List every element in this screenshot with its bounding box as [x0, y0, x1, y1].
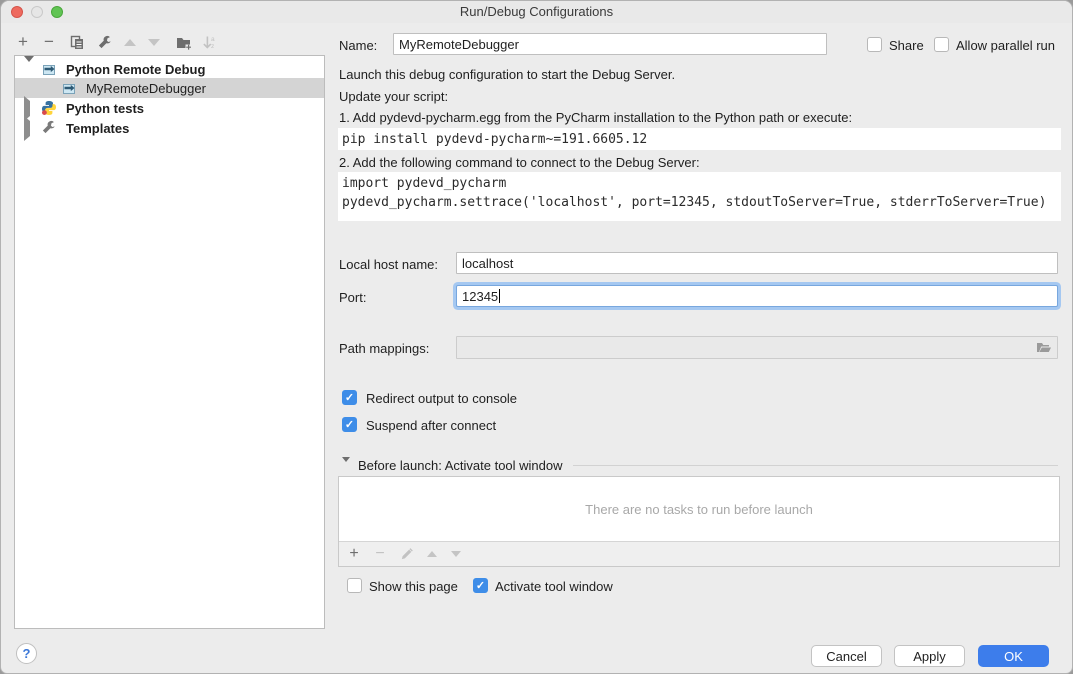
- configurations-tree: Python Remote Debug MyRemoteDebugger Pyt…: [14, 55, 325, 629]
- add-configuration-icon[interactable]: +: [14, 33, 32, 51]
- show-this-page-checkbox[interactable]: [347, 578, 362, 593]
- copy-configuration-icon[interactable]: [68, 33, 86, 51]
- new-folder-icon[interactable]: [175, 33, 193, 51]
- tree-item-label[interactable]: Templates: [66, 121, 129, 136]
- remote-debug-icon: [61, 80, 77, 96]
- open-folder-icon[interactable]: [1036, 340, 1052, 355]
- name-label: Name:: [339, 38, 377, 53]
- settrace-code: import pydevd_pycharm pydevd_pycharm.set…: [338, 172, 1061, 221]
- wrench-icon: [41, 120, 57, 136]
- port-label: Port:: [339, 290, 366, 305]
- tree-item-label[interactable]: Python Remote Debug: [66, 62, 205, 77]
- move-task-up-icon: [423, 545, 441, 563]
- check-icon: ✓: [345, 391, 354, 404]
- tree-item-label[interactable]: MyRemoteDebugger: [86, 81, 206, 96]
- local-host-name-label: Local host name:: [339, 257, 438, 272]
- chevron-right-icon[interactable]: [24, 121, 30, 136]
- apply-button[interactable]: Apply: [894, 645, 965, 667]
- empty-task-list-text: There are no tasks to run before launch: [339, 477, 1059, 541]
- help-button[interactable]: ?: [16, 643, 37, 664]
- move-up-icon: [121, 33, 139, 51]
- move-task-down-icon: [447, 545, 465, 563]
- window-title: Run/Debug Configurations: [1, 4, 1072, 19]
- before-launch-task-list: There are no tasks to run before launch …: [338, 476, 1060, 567]
- ok-button[interactable]: OK: [978, 645, 1049, 667]
- text-caret: [499, 289, 500, 303]
- sort-alphabetically-icon: az: [200, 33, 218, 51]
- name-input[interactable]: [393, 33, 827, 55]
- step2-text: 2. Add the following command to connect …: [339, 155, 700, 170]
- cancel-button[interactable]: Cancel: [811, 645, 882, 667]
- check-icon: ✓: [345, 418, 354, 431]
- tree-item-myremotedebugger[interactable]: MyRemoteDebugger: [15, 78, 324, 98]
- check-icon: ✓: [476, 579, 485, 592]
- move-down-icon: [145, 33, 163, 51]
- allow-parallel-run-checkbox[interactable]: [934, 37, 949, 52]
- path-mappings-input[interactable]: [456, 336, 1058, 359]
- tree-item-python-tests[interactable]: Python tests: [15, 98, 324, 118]
- run-debug-configurations-dialog: Run/Debug Configurations + − az Python R…: [0, 0, 1073, 674]
- python-tests-icon: [41, 100, 57, 116]
- remove-configuration-icon[interactable]: −: [40, 33, 58, 51]
- redirect-output-checkbox[interactable]: ✓: [342, 390, 357, 405]
- before-launch-header[interactable]: Before launch: Activate tool window: [358, 458, 563, 473]
- intro-text-1: Launch this debug configuration to start…: [339, 67, 675, 82]
- suspend-after-connect-label[interactable]: Suspend after connect: [366, 418, 496, 433]
- share-label[interactable]: Share: [889, 38, 924, 53]
- redirect-output-label[interactable]: Redirect output to console: [366, 391, 517, 406]
- port-value: 12345: [462, 289, 498, 304]
- step1-text: 1. Add pydevd-pycharm.egg from the PyCha…: [339, 110, 852, 125]
- activate-tool-window-label[interactable]: Activate tool window: [495, 579, 613, 594]
- svg-text:z: z: [211, 43, 214, 50]
- activate-tool-window-checkbox[interactable]: ✓: [473, 578, 488, 593]
- title-bar[interactable]: Run/Debug Configurations: [1, 1, 1072, 23]
- show-this-page-label[interactable]: Show this page: [369, 579, 458, 594]
- path-mappings-label: Path mappings:: [339, 341, 429, 356]
- pip-install-code: pip install pydevd-pycharm~=191.6605.12: [338, 128, 1061, 150]
- task-list-toolbar: + −: [339, 541, 1059, 566]
- tree-item-python-remote-debug[interactable]: Python Remote Debug: [15, 59, 324, 79]
- tree-item-label[interactable]: Python tests: [66, 101, 144, 116]
- add-task-icon[interactable]: +: [345, 545, 363, 563]
- chevron-right-icon[interactable]: [24, 101, 30, 116]
- suspend-after-connect-checkbox[interactable]: ✓: [342, 417, 357, 432]
- section-divider: [573, 465, 1058, 466]
- remote-debug-icon: [41, 61, 57, 77]
- allow-parallel-run-label[interactable]: Allow parallel run: [956, 38, 1055, 53]
- share-checkbox[interactable]: [867, 37, 882, 52]
- tree-item-templates[interactable]: Templates: [15, 118, 324, 138]
- before-launch-collapse-icon[interactable]: [342, 462, 350, 477]
- edit-templates-icon[interactable]: [95, 33, 113, 51]
- settrace-code-line1: import pydevd_pycharm: [342, 176, 506, 191]
- remove-task-icon: −: [371, 545, 389, 563]
- edit-task-icon: [397, 545, 415, 563]
- settrace-code-line2: pydevd_pycharm.settrace('localhost', por…: [342, 195, 1046, 210]
- intro-text-2: Update your script:: [339, 89, 448, 104]
- port-input[interactable]: 12345: [456, 285, 1058, 307]
- chevron-down-icon[interactable]: [24, 62, 34, 77]
- question-mark-icon: ?: [23, 646, 31, 661]
- svg-text:a: a: [211, 36, 215, 43]
- local-host-name-input[interactable]: [456, 252, 1058, 274]
